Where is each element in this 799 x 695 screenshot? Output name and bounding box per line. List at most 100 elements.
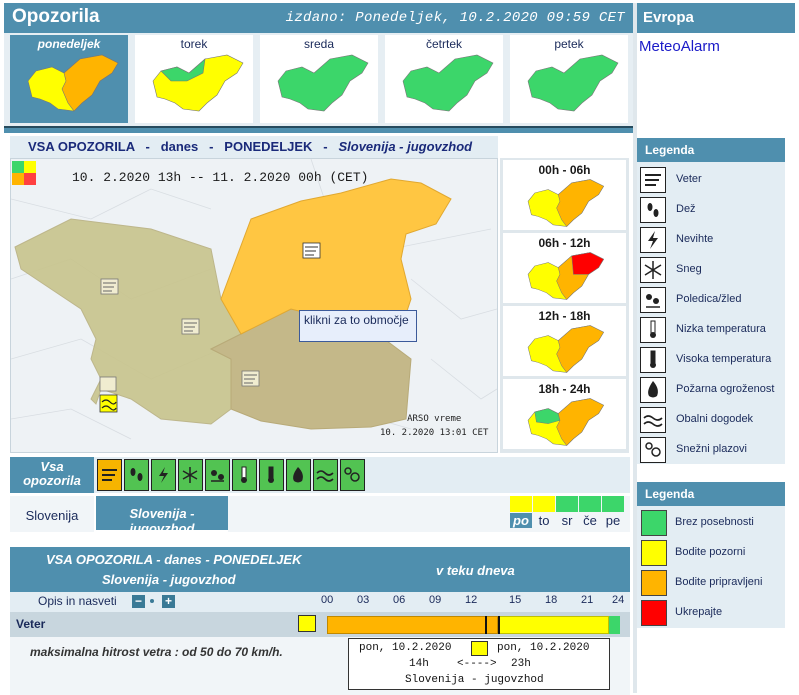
snow-icon [644, 261, 662, 279]
day-level-to [533, 496, 555, 512]
wind-icon [471, 641, 488, 656]
wind-icon [298, 615, 316, 632]
thunder-icon [648, 231, 658, 249]
slovenia-map-thumbnail [27, 54, 119, 112]
wind-detail-text: maksimalna hitrost vetra : od 50 do 70 k… [30, 645, 283, 659]
legend-item-high-temp: Visoka temperatura [640, 346, 780, 374]
timeline-boundary-marker [498, 616, 500, 634]
legend-item-coastal: Obalni dogodek [640, 406, 780, 434]
day-tab-label: petek [554, 37, 584, 51]
level-legend-orange: Bodite pripravljeni [641, 568, 781, 596]
hour-tick: 21 [581, 594, 594, 606]
expand-button[interactable]: + [162, 595, 175, 608]
day-tab-label: četrtek [425, 37, 462, 51]
day-abbr-ce[interactable]: če [579, 513, 601, 528]
day-level-pe [602, 496, 624, 512]
region-tab-slovenija[interactable]: Slovenija [10, 496, 94, 532]
level-legend-yellow: Bodite pozorni [641, 538, 781, 566]
header-bar: Opozorila izdano: Ponedeljek, 10.2.2020 … [4, 3, 633, 33]
collapse-button[interactable]: − [132, 595, 145, 608]
issued-timestamp: izdano: Ponedeljek, 10.2.2020 09:59 CET [285, 10, 625, 26]
filter-low-temp-icon[interactable] [232, 459, 257, 491]
slovenia-map-thumbnail [527, 179, 604, 227]
day-tab-label: torek [180, 37, 208, 51]
day-abbr-po[interactable]: po [510, 513, 532, 528]
filter-snow-icon[interactable] [178, 459, 203, 491]
filter-wind-icon[interactable] [97, 459, 122, 491]
high-temp-icon [650, 350, 656, 368]
day-tab-petek[interactable]: petek [510, 35, 628, 123]
day-strip: ponedeljek torek sreda četrtek petek [4, 33, 633, 126]
level-swatch-red [24, 173, 36, 185]
legend-item-fire: Požarna ogroženost [640, 376, 780, 404]
meteoalarm-link[interactable]: MeteoAlarm [639, 38, 720, 55]
level-legend-red: Ukrepajte [641, 598, 781, 626]
rain-icon [647, 203, 659, 217]
hour-tick: 06 [393, 594, 406, 606]
warning-map[interactable] [10, 158, 498, 453]
slovenia-map-thumbnail [527, 398, 604, 446]
map-time-range: 10. 2.2020 13h -- 11. 2.2020 00h (CET) [72, 170, 369, 185]
day-tab-torek[interactable]: torek [135, 35, 253, 123]
time-slot-12-18[interactable]: 12h - 18h [503, 306, 626, 376]
avalanche-icon [645, 442, 661, 457]
hour-tick: 18 [545, 594, 558, 606]
time-slot-00-06[interactable]: 00h - 06h [503, 160, 626, 230]
warning-type-strip [94, 457, 630, 493]
toggle-dot [150, 599, 154, 603]
section-divider [4, 126, 633, 133]
day-tab-label: sreda [303, 37, 335, 51]
filter-rain-icon[interactable] [124, 459, 149, 491]
filter-thunder-icon[interactable] [151, 459, 176, 491]
hour-tick: 15 [509, 594, 522, 606]
day-level-po [510, 496, 532, 512]
hour-tick: 03 [357, 594, 370, 606]
low-temp-icon [650, 320, 656, 338]
slovenia-map-thumbnail [152, 54, 244, 112]
day-abbr-pe[interactable]: pe [602, 513, 624, 528]
filter-ice-icon[interactable] [205, 459, 230, 491]
level-swatch-orange [12, 173, 24, 185]
wind-row-label: Veter [16, 617, 46, 631]
level-legend-header: Legenda [637, 482, 785, 506]
timeline-segment-orange [327, 616, 498, 634]
time-slot-panel: 00h - 06h 06h - 12h 12h - 18h 18h - 24h [500, 158, 629, 453]
legend-item-low-temp: Nizka temperatura [640, 316, 780, 344]
legend-item-ice: Poledica/žled [640, 286, 780, 314]
all-warnings-button[interactable]: Vsa opozorila [10, 457, 94, 493]
description-toggle-label: Opis in nasveti [38, 594, 117, 608]
time-slot-18-24[interactable]: 18h - 24h [503, 379, 626, 449]
wind-icon [645, 174, 661, 186]
timeline-segment-yellow [498, 616, 609, 634]
day-abbr-to[interactable]: to [533, 513, 555, 528]
europe-header: Evropa [637, 3, 795, 33]
filter-high-temp-icon[interactable] [259, 459, 284, 491]
legend-item-avalanche: Snežni plazovi [640, 436, 780, 464]
time-slot-06-12[interactable]: 06h - 12h [503, 233, 626, 303]
filter-coastal-icon[interactable] [313, 459, 338, 491]
fire-icon [648, 381, 658, 398]
filter-avalanche-icon[interactable] [340, 459, 365, 491]
day-tab-sreda[interactable]: sreda [260, 35, 378, 123]
legend-panel: Veter Dež Nevihte Sneg Poledica/žled Niz… [637, 162, 785, 464]
level-legend-green: Brez posebnosti [641, 508, 781, 536]
legend-item-thunder: Nevihte [640, 226, 780, 254]
slovenia-map-thumbnail [277, 54, 369, 112]
day-abbr-sr[interactable]: sr [556, 513, 578, 528]
region-tab-selected[interactable]: Slovenija - jugovzhod [96, 496, 228, 536]
map-source: ARSO vreme 10. 2.2020 13:01 CET [380, 414, 489, 438]
legend-header: Legenda [637, 138, 785, 162]
coastal-icon [643, 415, 663, 427]
section-title: VSA OPOZORILA - danes - PONEDELJEK - Slo… [10, 136, 498, 158]
hour-tick: 00 [321, 594, 334, 606]
slovenia-map-thumbnail [527, 325, 604, 373]
slovenia-region-map[interactable] [10, 158, 498, 452]
day-level-sr [556, 496, 578, 512]
description-row: Opis in nasveti − + [10, 592, 630, 612]
day-tab-ponedeljek[interactable]: ponedeljek [10, 35, 128, 123]
legend-item-rain: Dež [640, 196, 780, 224]
day-level-ce [579, 496, 601, 512]
filter-fire-icon[interactable] [286, 459, 311, 491]
day-tab-cetrtek[interactable]: četrtek [385, 35, 503, 123]
hour-tick: 09 [429, 594, 442, 606]
